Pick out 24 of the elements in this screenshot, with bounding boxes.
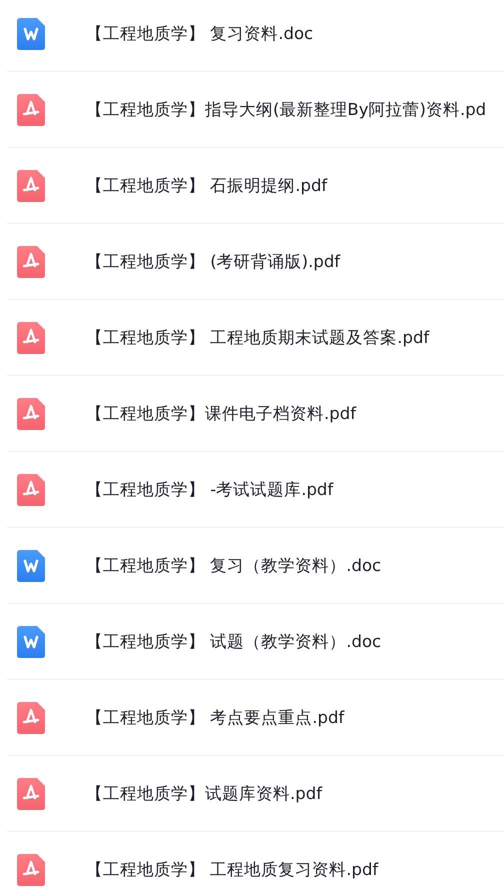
file-icon	[17, 626, 45, 658]
file-name[interactable]: 【工程地质学】 试题（教学资料）.doc	[86, 630, 382, 652]
file-name[interactable]: 【工程地质学】 工程地质复习资料.pdf	[86, 858, 378, 880]
file-icon	[17, 778, 45, 810]
file-icon	[17, 170, 45, 202]
file-icon	[17, 322, 45, 354]
file-icon	[17, 474, 45, 506]
file-name[interactable]: 【工程地质学】 工程地质期末试题及答案.pdf	[86, 326, 430, 348]
file-name[interactable]: 【工程地质学】 石振明提纲.pdf	[86, 174, 328, 196]
file-icon	[17, 702, 45, 734]
file-icon	[17, 398, 45, 430]
file-icon	[17, 246, 45, 278]
file-name[interactable]: 【工程地质学】 复习资料.doc	[86, 22, 314, 44]
file-icon	[17, 94, 45, 126]
file-name[interactable]: 【工程地质学】 (考研背诵版).pdf	[86, 250, 340, 272]
file-name[interactable]: 【工程地质学】 考点要点重点.pdf	[86, 706, 344, 728]
file-icon	[17, 550, 45, 582]
file-name[interactable]: 【工程地质学】 复习（教学资料）.doc	[86, 554, 382, 576]
file-name[interactable]: 【工程地质学】试题库资料.pdf	[86, 782, 322, 804]
file-icon	[17, 854, 45, 886]
file-name[interactable]: 【工程地质学】指导大纲(最新整理By阿拉蕾)资料.pd	[86, 98, 486, 120]
file-name[interactable]: 【工程地质学】 -考试试题库.pdf	[86, 478, 334, 500]
file-icon	[17, 18, 45, 50]
file-name[interactable]: 【工程地质学】课件电子档资料.pdf	[86, 402, 356, 424]
